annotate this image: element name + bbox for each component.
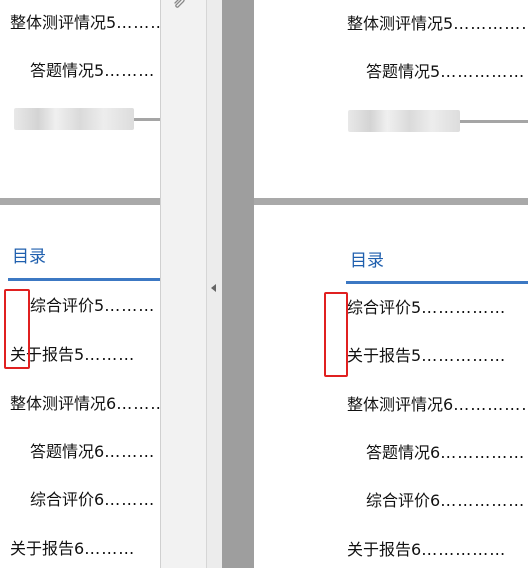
toc-entry-label: 答题情况6 xyxy=(30,442,105,461)
toc-entry-label: 整体测评情况5 xyxy=(347,14,454,33)
toc-entry[interactable]: 综合评价6…………… xyxy=(366,491,525,511)
toc-leader-dots: ……… xyxy=(104,490,156,509)
toc-leader-dots: ……… xyxy=(104,61,156,80)
toc-entry-label: 整体测评情况6 xyxy=(347,395,454,414)
toc-leader-dots: …………… xyxy=(440,62,526,81)
chevron-left-icon[interactable] xyxy=(207,280,221,296)
toc-entry[interactable]: 综合评价6……… xyxy=(30,490,155,510)
toc-entry-label: 关于报告6 xyxy=(10,539,85,558)
toc-entry[interactable]: 整体测评情况6……… xyxy=(10,394,160,414)
toc-entry[interactable]: 整体测评情况6…………… xyxy=(347,395,528,415)
toc-entry[interactable]: 整体测评情况5…………… xyxy=(347,14,528,34)
toc-entry-label: 综合评价6 xyxy=(366,491,441,510)
toc-entry[interactable]: 关于报告6…………… xyxy=(347,540,506,560)
redacted-rule xyxy=(134,118,160,121)
toc-entry-label: 综合评价5 xyxy=(347,298,422,317)
heading-underline xyxy=(8,278,160,281)
toc-leader-dots: …………… xyxy=(453,14,528,33)
split-gutter[interactable] xyxy=(222,0,254,568)
redacted-image xyxy=(14,108,134,130)
toc-entry-label: 关于报告6 xyxy=(347,540,422,559)
paperclip-icon[interactable] xyxy=(172,0,186,10)
toc-entry-label: 整体测评情况5 xyxy=(10,13,117,32)
side-toolbar xyxy=(160,0,207,568)
toc-entry-label: 整体测评情况6 xyxy=(10,394,117,413)
toc-leader-dots: ……… xyxy=(104,296,156,315)
toc-leader-dots: ……… xyxy=(116,13,160,32)
toc-entry[interactable]: 综合评价5…………… xyxy=(347,298,506,318)
toc-entry-label: 关于报告5 xyxy=(347,346,422,365)
right-document-pane: 整体测评情况5…………… 答题情况5…………… 目录 综合评价5…………… 关于… xyxy=(254,0,528,568)
left-document-pane: 整体测评情况5……… 答题情况5……… 目录 综合评价5……… 关于报告5………… xyxy=(0,0,160,568)
toc-entry-label: 综合评价6 xyxy=(30,490,105,509)
toc-entry[interactable]: 答题情况6…………… xyxy=(366,443,525,463)
heading-underline xyxy=(346,281,528,284)
toc-leader-dots: …………… xyxy=(453,395,528,414)
toc-leader-dots: ……… xyxy=(104,442,156,461)
toc-entry[interactable]: 综合评价5……… xyxy=(30,296,155,316)
redacted-rule xyxy=(460,120,528,123)
toc-heading: 目录 xyxy=(12,247,46,267)
toc-entry[interactable]: 答题情况5……… xyxy=(30,61,155,81)
toc-entry[interactable]: 整体测评情况5……… xyxy=(10,13,160,33)
toc-leader-dots: …………… xyxy=(421,298,507,317)
toc-leader-dots: ……… xyxy=(116,394,160,413)
toc-leader-dots: ……… xyxy=(84,539,136,558)
toc-entry[interactable]: 关于报告5…………… xyxy=(347,346,506,366)
redacted-image xyxy=(348,110,460,132)
indent-highlight-box xyxy=(4,289,30,369)
toc-entry[interactable]: 答题情况5…………… xyxy=(366,62,525,82)
toc-leader-dots: …………… xyxy=(421,346,507,365)
page-break xyxy=(0,198,160,205)
toc-entry-label: 答题情况6 xyxy=(366,443,441,462)
toc-leader-dots: ……… xyxy=(84,345,136,364)
toc-leader-dots: …………… xyxy=(421,540,507,559)
toc-entry[interactable]: 答题情况6……… xyxy=(30,442,155,462)
toc-entry[interactable]: 关于报告6……… xyxy=(10,539,135,559)
toc-entry-label: 综合评价5 xyxy=(30,296,105,315)
page-break xyxy=(254,198,528,205)
indent-highlight-box xyxy=(324,292,348,377)
toc-leader-dots: …………… xyxy=(440,491,526,510)
toc-heading: 目录 xyxy=(350,251,384,271)
toc-entry-label: 答题情况5 xyxy=(30,61,105,80)
toc-entry-label: 答题情况5 xyxy=(366,62,441,81)
toc-leader-dots: …………… xyxy=(440,443,526,462)
